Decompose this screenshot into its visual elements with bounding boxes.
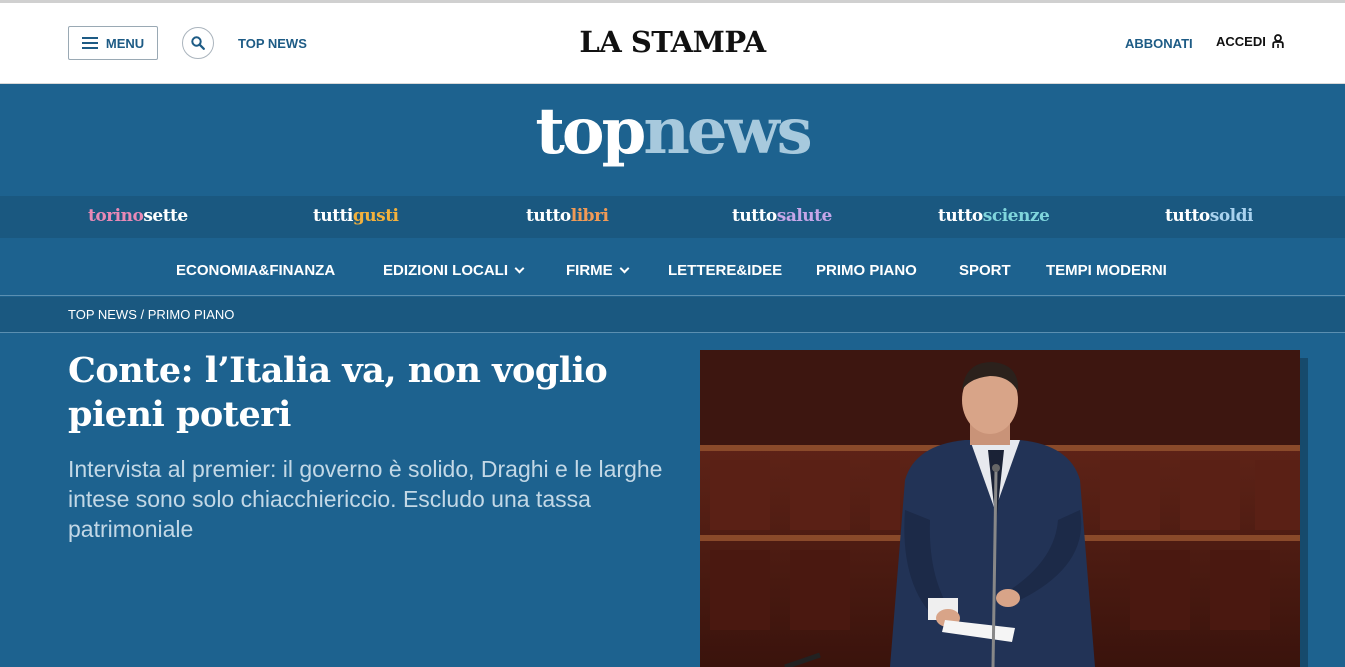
article-photo[interactable] — [700, 350, 1300, 667]
breadcrumb-primo-piano[interactable]: PRIMO PIANO — [148, 307, 235, 322]
supplement-tuttigusti[interactable]: tuttigusti — [313, 206, 399, 226]
chevron-down-icon — [514, 263, 525, 274]
login-label: ACCEDI — [1216, 34, 1266, 49]
topnews-logo-top: top — [535, 94, 646, 169]
supplement-name-part: tutti — [313, 206, 353, 226]
supplement-tuttolibri[interactable]: tuttolibri — [526, 206, 609, 226]
supplement-tuttosoldi[interactable]: tuttosoldi — [1165, 206, 1253, 226]
supplement-name-part: tutto — [1165, 206, 1210, 226]
user-icon — [1272, 34, 1284, 48]
nav-label: LETTERE&IDEE — [668, 262, 783, 279]
subscribe-link[interactable]: ABBONATI — [1125, 36, 1193, 51]
nav-economia-finanza[interactable]: ECONOMIA&FINANZA — [176, 262, 335, 279]
supplement-name-part: gusti — [352, 206, 399, 226]
supplements-nav: torinosette tuttigusti tuttolibri tuttos… — [0, 196, 1345, 238]
breadcrumb-top-news[interactable]: TOP NEWS — [68, 307, 137, 322]
breadcrumb: TOP NEWS / PRIMO PIANO — [68, 307, 234, 322]
supplement-name-part: torino — [88, 206, 144, 226]
supplement-name-part: tutto — [526, 206, 571, 226]
supplement-name-part: tutto — [732, 206, 777, 226]
nav-label: EDIZIONI LOCALI — [383, 262, 508, 279]
nav-sport[interactable]: SPORT — [959, 262, 1011, 279]
nav-firme[interactable]: FIRME — [566, 262, 630, 279]
supplement-tuttosalute[interactable]: tuttosalute — [732, 206, 832, 226]
nav-label: SPORT — [959, 262, 1011, 279]
login-button[interactable]: ACCEDI — [1216, 34, 1284, 49]
nav-label: ECONOMIA&FINANZA — [176, 262, 336, 279]
supplement-torinosette[interactable]: torinosette — [88, 206, 188, 226]
supplement-name-part: tutto — [938, 206, 983, 226]
nav-label: FIRME — [566, 262, 613, 279]
topnews-logo-news: news — [643, 94, 812, 169]
article-headline[interactable]: Conte: l’Italia va, non voglio pieni pot… — [68, 349, 668, 437]
supplement-tuttoscienze[interactable]: tuttoscienze — [938, 206, 1050, 226]
nav-label: PRIMO PIANO — [816, 262, 917, 279]
chevron-down-icon — [619, 263, 630, 274]
supplement-name-part: sette — [143, 206, 188, 226]
main-nav: ECONOMIA&FINANZA EDIZIONI LOCALI FIRME L… — [0, 238, 1345, 296]
article-photo-illustration — [700, 350, 1300, 667]
breadcrumb-separator: / — [136, 307, 148, 322]
nav-primo-piano[interactable]: PRIMO PIANO — [816, 262, 917, 279]
topnews-brand-band: topnews — [0, 84, 1345, 196]
topnews-logo[interactable]: topnews — [0, 94, 1345, 169]
breadcrumb-bar: TOP NEWS / PRIMO PIANO — [0, 297, 1345, 333]
supplement-name-part: scienze — [982, 206, 1050, 226]
nav-edizioni-locali[interactable]: EDIZIONI LOCALI — [383, 262, 525, 279]
article-standfirst: Intervista al premier: il governo è soli… — [68, 456, 663, 542]
photo-shadow — [1300, 358, 1308, 667]
supplement-name-part: salute — [776, 206, 833, 226]
nav-lettere-idee[interactable]: LETTERE&IDEE — [668, 262, 782, 279]
supplement-name-part: soldi — [1209, 206, 1254, 226]
top-header: MENU TOP NEWS LA STAMPA ABBONATI ACCEDI — [0, 0, 1345, 84]
nav-tempi-moderni[interactable]: TEMPI MODERNI — [1046, 262, 1167, 279]
supplement-name-part: libri — [570, 206, 609, 226]
nav-label: TEMPI MODERNI — [1046, 262, 1167, 279]
